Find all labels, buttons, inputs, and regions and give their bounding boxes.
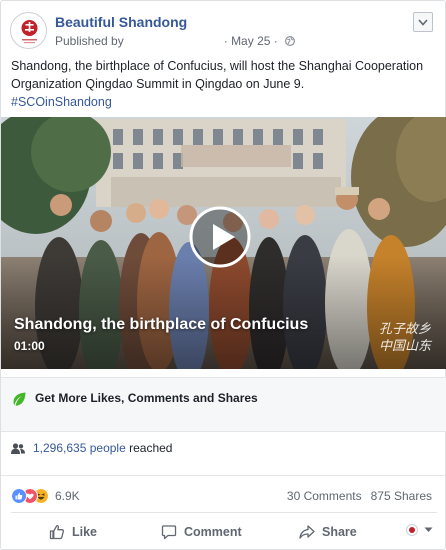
post-as-page-selector[interactable] — [406, 524, 433, 536]
share-button[interactable]: Share — [299, 516, 357, 548]
boost-promo-bar[interactable]: Get More Likes, Comments and Shares — [1, 377, 446, 432]
hashtag-link[interactable]: #SCOinShandong — [11, 93, 437, 111]
play-icon[interactable] — [188, 205, 252, 269]
like-reaction-icon — [11, 488, 27, 504]
page-mini-avatar — [406, 524, 418, 536]
comment-icon — [161, 525, 177, 540]
page-name-link[interactable]: Beautiful Shandong — [55, 14, 187, 30]
meta-separator: · — [223, 34, 228, 48]
post-actions: Like Comment Share — [1, 516, 446, 550]
shandong-logo-icon — [21, 20, 38, 44]
video-watermark: 孔子故乡 中国山东 — [379, 321, 431, 355]
share-arrow-icon — [299, 525, 315, 539]
reach-row: 1,296,635 people reached — [11, 441, 172, 455]
comment-label: Comment — [184, 525, 242, 539]
video-player[interactable]: Shandong, the birthplace of Confucius 01… — [1, 117, 446, 369]
reactions-summary[interactable]: 6.9K — [11, 487, 80, 505]
published-by-label: Published by — [55, 34, 124, 48]
reach-suffix: reached — [129, 441, 173, 455]
boost-promo-label[interactable]: Get More Likes, Comments and Shares — [35, 391, 258, 405]
share-label: Share — [322, 525, 357, 539]
leaf-icon — [13, 392, 26, 406]
shares-count-link[interactable]: 875 Shares — [371, 489, 432, 503]
post-date[interactable]: May 25 — [231, 34, 270, 48]
thumbs-up-icon — [49, 525, 65, 540]
watermark-line-2: 中国山东 — [378, 339, 431, 354]
video-title: Shandong, the birthplace of Confucius — [14, 316, 309, 333]
video-duration: 01:00 — [14, 339, 45, 353]
watermark-line-1: 孔子故乡 — [378, 322, 431, 337]
reaction-icons — [11, 488, 59, 504]
facebook-post-card: Beautiful Shandong Published by · May 25 … — [0, 0, 446, 550]
like-label: Like — [72, 525, 98, 539]
like-button[interactable]: Like — [49, 516, 97, 548]
comment-button[interactable]: Comment — [161, 516, 242, 548]
globe-icon[interactable] — [285, 36, 296, 46]
caret-down-icon — [424, 527, 433, 532]
reach-count-link[interactable]: 1,296,635 people — [33, 441, 126, 455]
chevron-down-icon — [418, 18, 428, 26]
post-body: Shandong, the birthplace of Confucius, w… — [11, 57, 437, 111]
post-options-button[interactable] — [413, 12, 433, 32]
divider — [11, 512, 437, 513]
divider — [1, 475, 446, 476]
comments-count-link[interactable]: 30 Comments — [287, 489, 362, 503]
post-header: Beautiful Shandong Published by · May 25 … — [10, 12, 438, 52]
post-meta: Published by · May 25 · — [55, 34, 296, 48]
post-text: Shandong, the birthplace of Confucius, w… — [11, 59, 424, 91]
meta-separator-2: · — [273, 34, 278, 48]
page-avatar[interactable] — [10, 12, 47, 49]
engagement-counts: 30 Comments 875 Shares — [287, 489, 432, 503]
people-icon — [11, 443, 25, 454]
